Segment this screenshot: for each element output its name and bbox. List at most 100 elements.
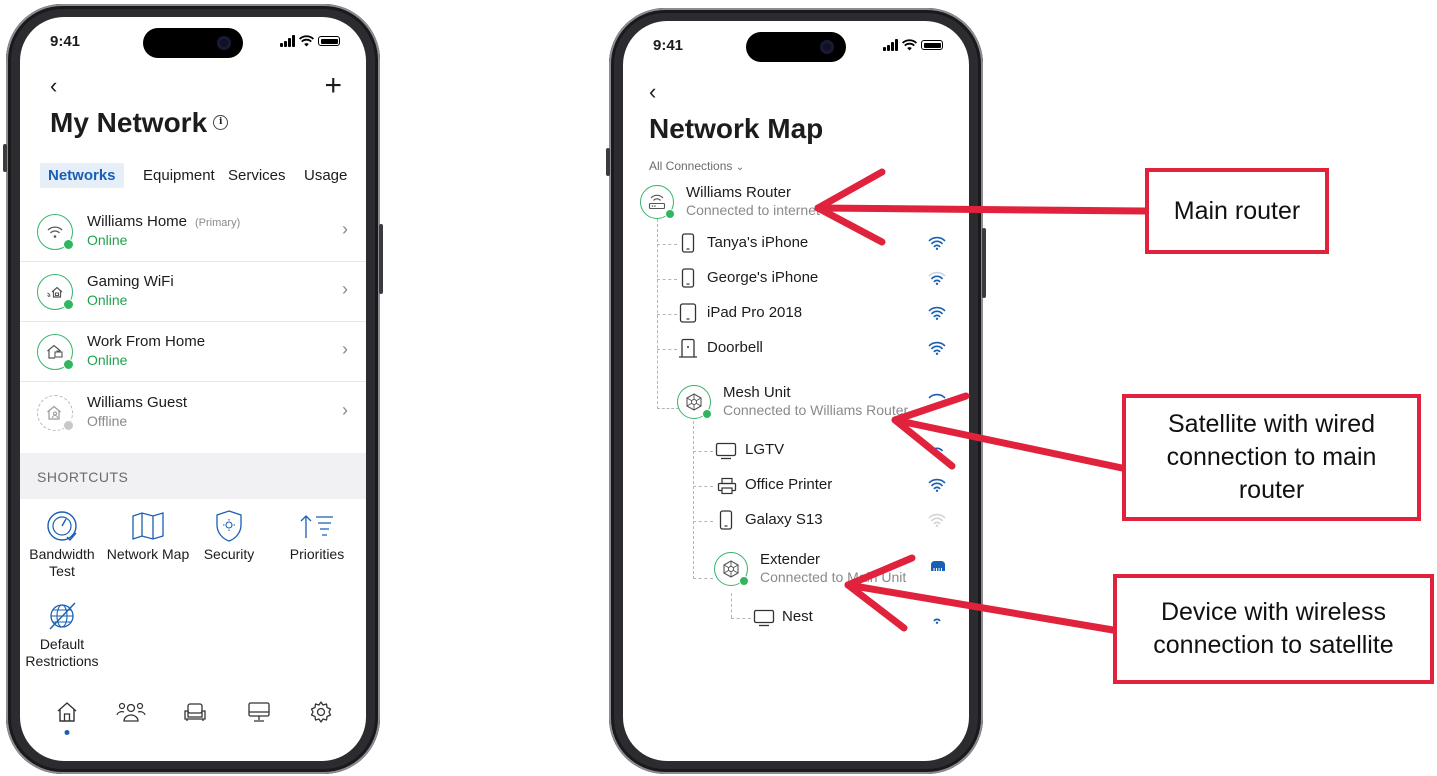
device-name[interactable]: Galaxy S13	[745, 511, 823, 528]
status-time: 9:41	[50, 33, 81, 50]
tab-services[interactable]: Services	[220, 163, 294, 188]
sofa-icon[interactable]	[180, 697, 210, 727]
tab-networks[interactable]: Networks	[40, 163, 124, 188]
shield-icon	[193, 509, 265, 543]
network-name: Williams Home (Primary)	[87, 213, 240, 230]
callout-line: connection to main	[1166, 443, 1377, 471]
shortcut-bandwidth-test[interactable]: Bandwidth Test	[20, 509, 107, 580]
tab-usage[interactable]: Usage	[296, 163, 355, 188]
device-name[interactable]: Office Printer	[745, 476, 832, 493]
router-icon[interactable]	[640, 185, 675, 219]
device-name[interactable]: George's iPhone	[707, 269, 818, 286]
network-name: Work From Home	[87, 333, 206, 350]
battery-icon	[318, 36, 340, 46]
side-button	[3, 144, 7, 172]
bottom-navigation	[20, 697, 366, 737]
left-phone-frame: 9:41 ‹ + My Network i Networks Equipment …	[3, 4, 383, 774]
wifi-signal-weak-icon	[933, 618, 941, 624]
tree-connector	[731, 593, 732, 618]
tree-connector	[657, 314, 677, 315]
tree-connector	[731, 618, 751, 619]
chevron-left-icon[interactable]: ‹	[50, 73, 57, 99]
mesh-unit-status: Connected to Williams Router	[723, 402, 909, 418]
callout-text: Main router	[1173, 196, 1301, 225]
status-bar: 9:41	[653, 37, 943, 57]
device-name[interactable]: Nest	[782, 608, 813, 625]
network-row-work-from-home[interactable]: Work From Home Online ›	[20, 321, 366, 382]
wifi-signal-none-icon	[928, 513, 946, 527]
cellular-signal-icon	[883, 39, 898, 51]
work-home-icon	[37, 334, 74, 370]
wifi-signal-strong-icon	[928, 478, 946, 492]
shortcut-security[interactable]: Security	[193, 509, 265, 563]
callout-main-router: Main router	[1145, 168, 1329, 254]
network-name-text: Williams Home	[87, 213, 188, 230]
device-name[interactable]: iPad Pro 2018	[707, 304, 802, 321]
page-title: My Network i	[50, 107, 229, 139]
wifi-icon	[37, 214, 74, 250]
my-network-screen: 9:41 ‹ + My Network i Networks Equipment …	[20, 17, 366, 761]
callout-line: Satellite with wired	[1167, 410, 1376, 438]
status-time: 9:41	[653, 37, 684, 54]
chevron-left-icon[interactable]: ‹	[649, 79, 656, 105]
callout-line: Device with wireless	[1160, 598, 1387, 626]
monitor-icon[interactable]	[244, 697, 274, 727]
connection-filter-dropdown[interactable]: All Connections ⌄	[649, 159, 744, 173]
chevron-right-icon[interactable]: ›	[342, 400, 348, 421]
tab-equipment[interactable]: Equipment	[135, 163, 223, 188]
wifi-status-icon	[902, 39, 917, 51]
device-name[interactable]: LGTV	[745, 441, 784, 458]
wifi-signal-icon	[928, 393, 946, 399]
callout-device-wireless: Device with wireless connection to satel…	[1113, 574, 1434, 684]
info-icon[interactable]: i	[213, 115, 229, 131]
guest-home-icon	[37, 395, 74, 431]
gear-icon[interactable]	[306, 697, 336, 727]
phone-icon	[681, 233, 695, 253]
status-bar: 9:41	[50, 33, 340, 53]
side-button	[606, 148, 610, 176]
shortcut-label: Bandwidth Test	[29, 546, 95, 579]
people-icon[interactable]	[116, 697, 146, 727]
filter-label: All Connections	[649, 159, 733, 173]
home-icon[interactable]	[52, 697, 82, 735]
tree-connector	[693, 521, 713, 522]
tab-bar: Networks Equipment Services Usage	[20, 163, 366, 193]
shortcut-network-map[interactable]: Network Map	[103, 509, 193, 563]
callout-satellite-wired: Satellite with wired connection to main …	[1122, 394, 1421, 521]
wifi-signal-strong-icon	[928, 236, 946, 250]
wifi-signal-medium-icon	[930, 447, 944, 457]
device-name[interactable]: Tanya's iPhone	[707, 234, 808, 251]
shortcut-label: Default Restrictions	[25, 636, 99, 669]
tv-icon	[715, 442, 737, 460]
speedometer-icon	[20, 509, 107, 543]
network-row-gaming-wifi[interactable]: Gaming WiFi Online ›	[20, 261, 366, 322]
router-status: Connected to internet	[686, 202, 820, 218]
shortcut-default-restrictions[interactable]: Default Restrictions	[20, 599, 111, 670]
page-title: Network Map	[649, 113, 824, 144]
side-button	[982, 228, 986, 298]
network-map-screen: 9:41 ‹ Network Map All Connections ⌄ Wil…	[623, 21, 969, 761]
cellular-signal-icon	[280, 35, 295, 47]
tree-connector	[693, 578, 713, 579]
callout-line: router	[1238, 476, 1305, 504]
chevron-right-icon[interactable]: ›	[342, 219, 348, 240]
mesh-unit-icon[interactable]	[677, 385, 712, 419]
primary-tag: (Primary)	[195, 217, 241, 229]
network-row-williams-home[interactable]: Williams Home (Primary) Online ›	[20, 201, 366, 262]
right-phone-frame: 9:41 ‹ Network Map All Connections ⌄ Wil…	[606, 8, 986, 774]
callout-line: connection to satellite	[1153, 631, 1394, 659]
extender-icon[interactable]	[714, 552, 749, 586]
tree-connector	[657, 244, 677, 245]
chevron-right-icon[interactable]: ›	[342, 339, 348, 360]
plus-icon[interactable]: +	[324, 71, 342, 101]
shortcut-priorities[interactable]: Priorities	[271, 509, 363, 563]
shortcut-label: Security	[203, 546, 255, 562]
tablet-icon	[679, 303, 697, 323]
priorities-icon	[271, 509, 363, 543]
battery-icon	[921, 40, 943, 50]
tree-connector	[693, 421, 694, 579]
chevron-right-icon[interactable]: ›	[342, 279, 348, 300]
printer-icon	[717, 477, 737, 495]
device-name[interactable]: Doorbell	[707, 339, 763, 356]
network-row-williams-guest[interactable]: Williams Guest Offline ›	[20, 382, 366, 442]
